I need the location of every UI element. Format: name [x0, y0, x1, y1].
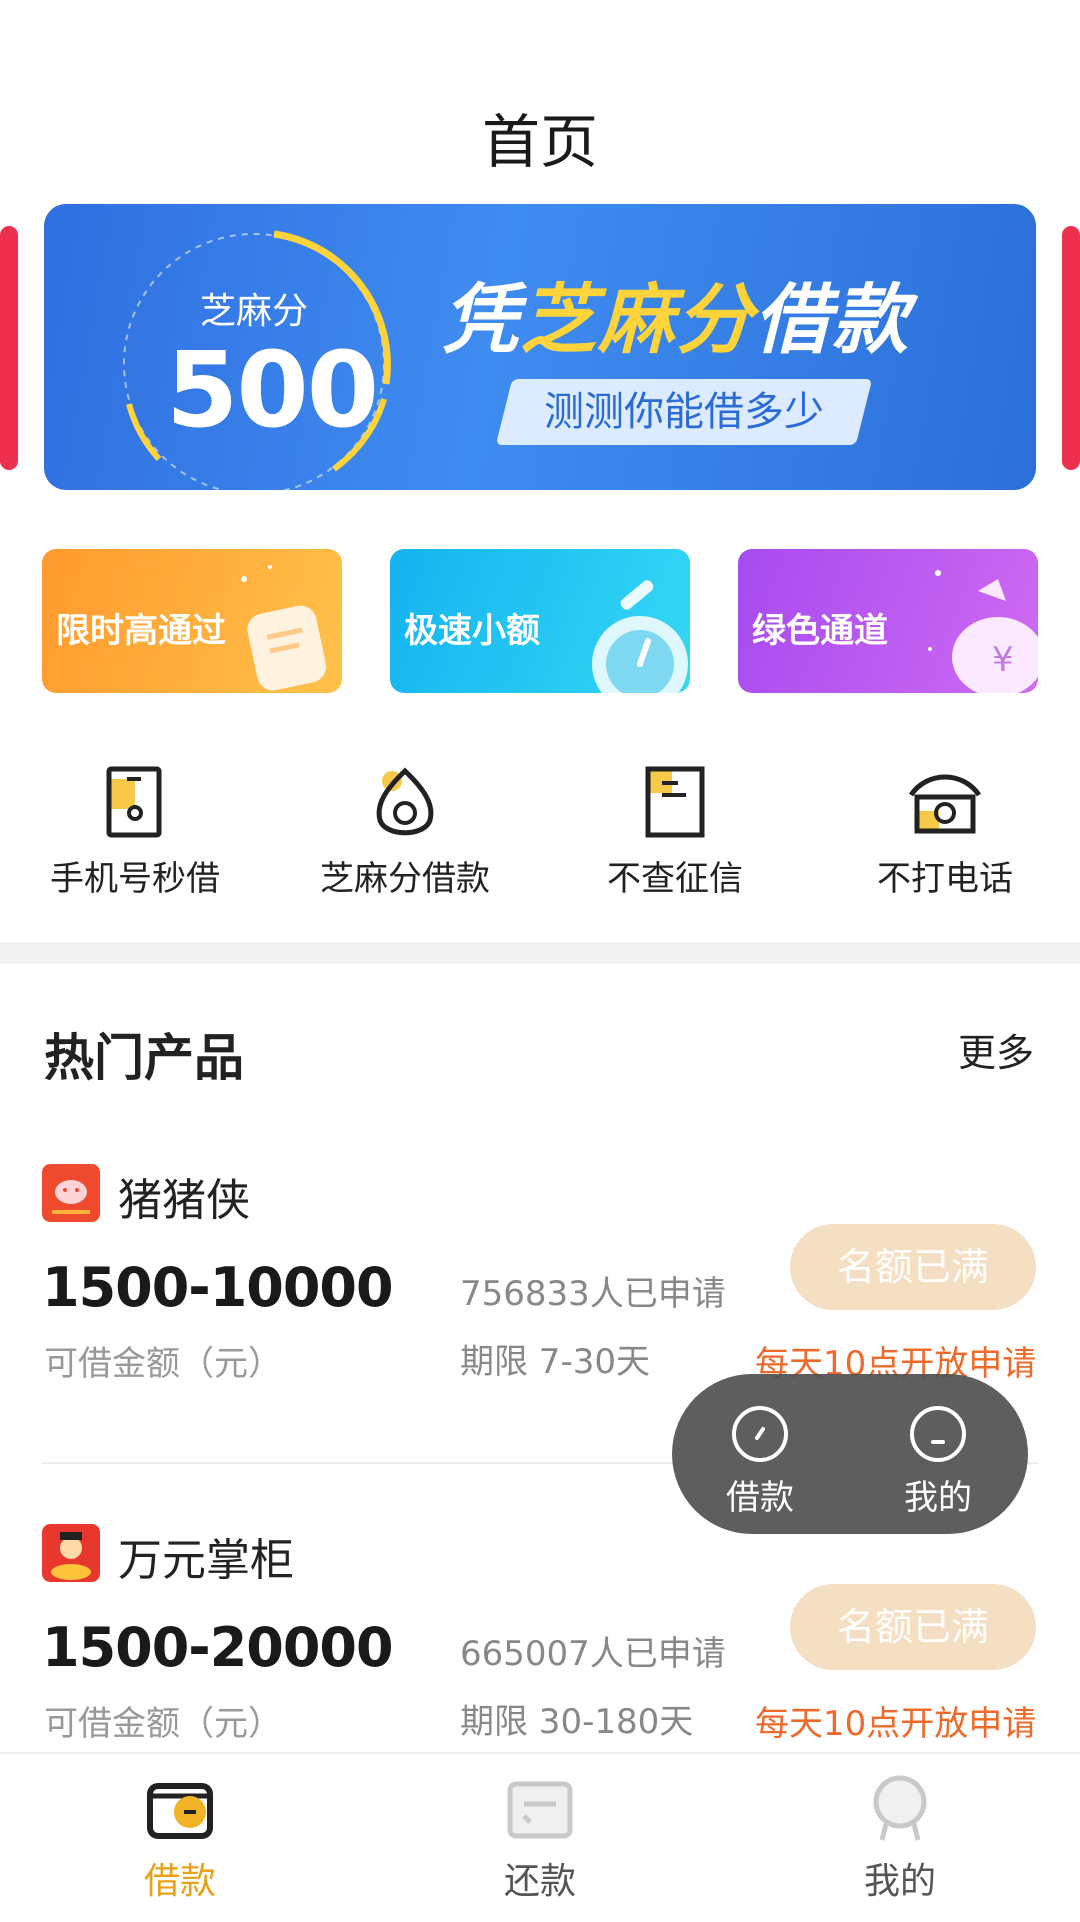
promo-card-fast-small[interactable]: 极速小额 — [390, 549, 690, 693]
shortcut-label: 芝麻分借款 — [320, 859, 490, 899]
product-term: 期限 7-30天 — [460, 1342, 650, 1382]
tab-borrow[interactable]: 借款 — [80, 1774, 280, 1904]
promo-label: 绿色通道 — [752, 611, 888, 651]
repay-card-icon — [507, 1781, 573, 1839]
tab-label: 我的 — [863, 1861, 936, 1902]
shortcut-sesame-loan[interactable]: 芝麻分借款 — [290, 765, 520, 905]
shortcut-label: 不查征信 — [607, 859, 743, 899]
shortcut-no-phone-call[interactable]: 不打电话 — [830, 765, 1060, 905]
tab-mine[interactable]: 我的 — [800, 1774, 1000, 1904]
quota-full-button[interactable]: 名额已满 — [790, 1584, 1036, 1670]
fortune-god-logo-icon — [42, 1524, 100, 1582]
section-divider — [0, 942, 1080, 964]
product-applied-count: 665007人已申请 — [460, 1634, 726, 1674]
product-amount-range: 1500-20000 — [42, 1616, 394, 1679]
sesame-credit-banner[interactable]: 芝麻分 500 凭芝麻分借款 测测你能借多少 — [44, 204, 1036, 490]
carousel-prev-peek[interactable] — [0, 226, 18, 470]
tab-label: 借款 — [143, 1861, 216, 1902]
banner-cta-button[interactable]: 测测你能借多少 — [495, 379, 873, 445]
promo-label: 极速小额 — [404, 611, 540, 651]
telephone-icon — [908, 774, 982, 834]
product-open-notice: 每天10点开放申请 — [755, 1704, 1037, 1744]
banner-headline: 凭芝麻分借款 — [442, 258, 910, 368]
face-icon — [910, 1406, 966, 1462]
shortcut-phone-loan[interactable]: 手机号秒借 — [20, 765, 250, 905]
section-title: 热门产品 — [44, 1029, 244, 1087]
product-term: 期限 30-180天 — [460, 1702, 694, 1742]
sesame-icon — [376, 767, 434, 836]
product-amount-label: 可借金额（元） — [44, 1344, 282, 1384]
float-item-borrow[interactable]: 借款 — [700, 1404, 820, 1519]
money-bag-icon: ¥ — [928, 570, 1038, 693]
stopwatch-icon — [592, 580, 688, 693]
float-item-label: 我的 — [904, 1478, 972, 1518]
more-link[interactable]: 更多 — [958, 1022, 1034, 1077]
quota-full-button[interactable]: 名额已满 — [790, 1224, 1036, 1310]
promo-label: 限时高通过 — [56, 611, 226, 651]
phone-icon — [106, 766, 162, 838]
banner-cta-label: 测测你能借多少 — [544, 389, 824, 435]
product-applied-count: 756833人已申请 — [460, 1274, 726, 1314]
hand-card-icon — [241, 565, 327, 691]
shortcut-label: 手机号秒借 — [50, 859, 220, 899]
floating-nav-menu[interactable]: 借款 我的 — [672, 1374, 1028, 1534]
promo-card-green-channel[interactable]: 绿色通道 ¥ — [738, 549, 1038, 693]
compass-icon — [732, 1406, 788, 1462]
shortcut-no-credit-check[interactable]: 不查征信 — [560, 765, 790, 905]
float-item-label: 借款 — [726, 1478, 794, 1518]
product-amount-range: 1500-10000 — [42, 1256, 394, 1319]
profile-icon — [873, 1775, 927, 1841]
product-name: 猪猪侠 — [118, 1175, 250, 1226]
bottom-tab-bar: 借款 还款 我的 — [0, 1752, 1080, 1922]
shortcut-label: 不打电话 — [877, 859, 1013, 899]
document-icon — [645, 766, 705, 838]
float-item-mine[interactable]: 我的 — [878, 1404, 998, 1519]
banner-headline-highlight: 芝麻分 — [520, 275, 754, 364]
product-amount-label: 可借金额（元） — [44, 1704, 282, 1744]
score-label: 芝麻分 — [200, 291, 309, 332]
score-value: 500 — [166, 329, 379, 451]
banner-headline-prefix: 凭 — [442, 275, 520, 364]
product-name: 万元掌柜 — [118, 1535, 294, 1586]
wallet-icon — [147, 1783, 213, 1839]
piggy-logo-icon — [42, 1164, 100, 1222]
svg-text:¥: ¥ — [992, 640, 1014, 680]
promo-card-high-pass[interactable]: 限时高通过 — [42, 549, 342, 693]
banner-headline-suffix: 借款 — [754, 275, 910, 364]
tab-label: 还款 — [503, 1861, 576, 1902]
carousel-next-peek[interactable] — [1062, 226, 1080, 470]
page-title: 首页 — [481, 108, 598, 176]
tab-repay[interactable]: 还款 — [440, 1774, 640, 1904]
